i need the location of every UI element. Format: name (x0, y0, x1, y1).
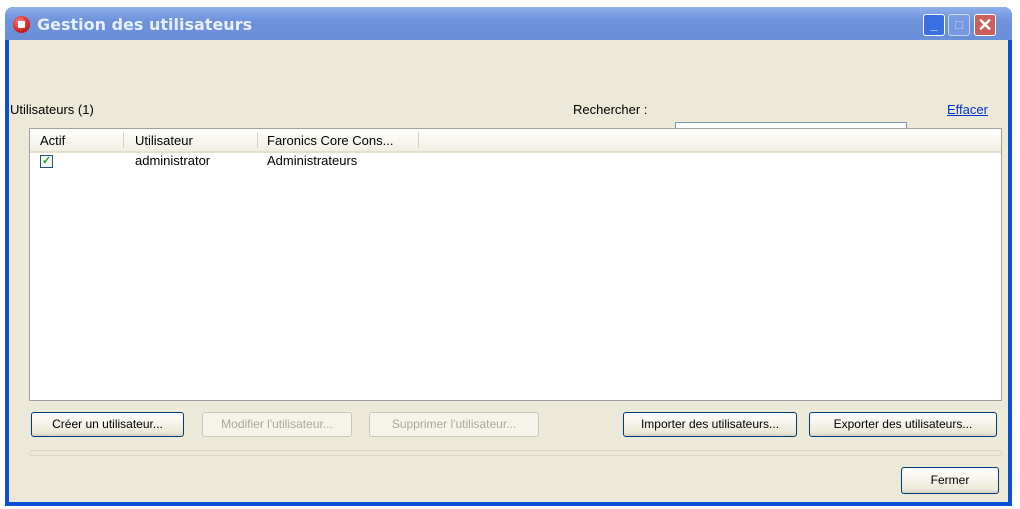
maximize-button[interactable]: □ (948, 14, 970, 36)
app-icon (13, 16, 30, 33)
create-user-button[interactable]: Créer un utilisateur... (31, 412, 184, 437)
close-window-button[interactable]: ✕ (974, 14, 996, 36)
title-bar[interactable]: Gestion des utilisateurs _ □ ✕ (5, 7, 1012, 40)
column-header-active[interactable]: Actif (40, 133, 65, 148)
column-divider[interactable] (418, 132, 419, 148)
row-role: Administrateurs (267, 153, 358, 168)
user-management-window: Gestion des utilisateurs _ □ ✕ Utilisate… (5, 7, 1012, 506)
users-table[interactable]: Actif Utilisateur Faronics Core Cons... … (29, 128, 1002, 401)
close-button[interactable]: Fermer (901, 467, 999, 494)
table-header: Actif Utilisateur Faronics Core Cons... (30, 129, 1001, 153)
column-header-faronics[interactable]: Faronics Core Cons... (267, 133, 393, 148)
window-title: Gestion des utilisateurs (37, 15, 253, 34)
import-users-button[interactable]: Importer des utilisateurs... (623, 412, 797, 437)
search-label: Rechercher : (573, 102, 648, 117)
dialog-body: Utilisateurs (1) Rechercher : Effacer Ac… (9, 40, 1008, 502)
column-divider[interactable] (257, 132, 258, 148)
column-header-user[interactable]: Utilisateur (135, 133, 193, 148)
delete-user-button[interactable]: Supprimer l'utilisateur... (369, 412, 539, 437)
users-count-label: Utilisateurs (1) (10, 102, 94, 117)
active-checkbox[interactable]: ✓ (40, 155, 53, 168)
row-user: administrator (135, 153, 211, 168)
clear-search-link[interactable]: Effacer (947, 102, 988, 117)
modify-user-button[interactable]: Modifier l'utilisateur... (202, 412, 352, 437)
export-users-button[interactable]: Exporter des utilisateurs... (809, 412, 997, 437)
separator (29, 450, 1002, 456)
minimize-button[interactable]: _ (923, 14, 945, 36)
column-divider[interactable] (123, 132, 124, 148)
